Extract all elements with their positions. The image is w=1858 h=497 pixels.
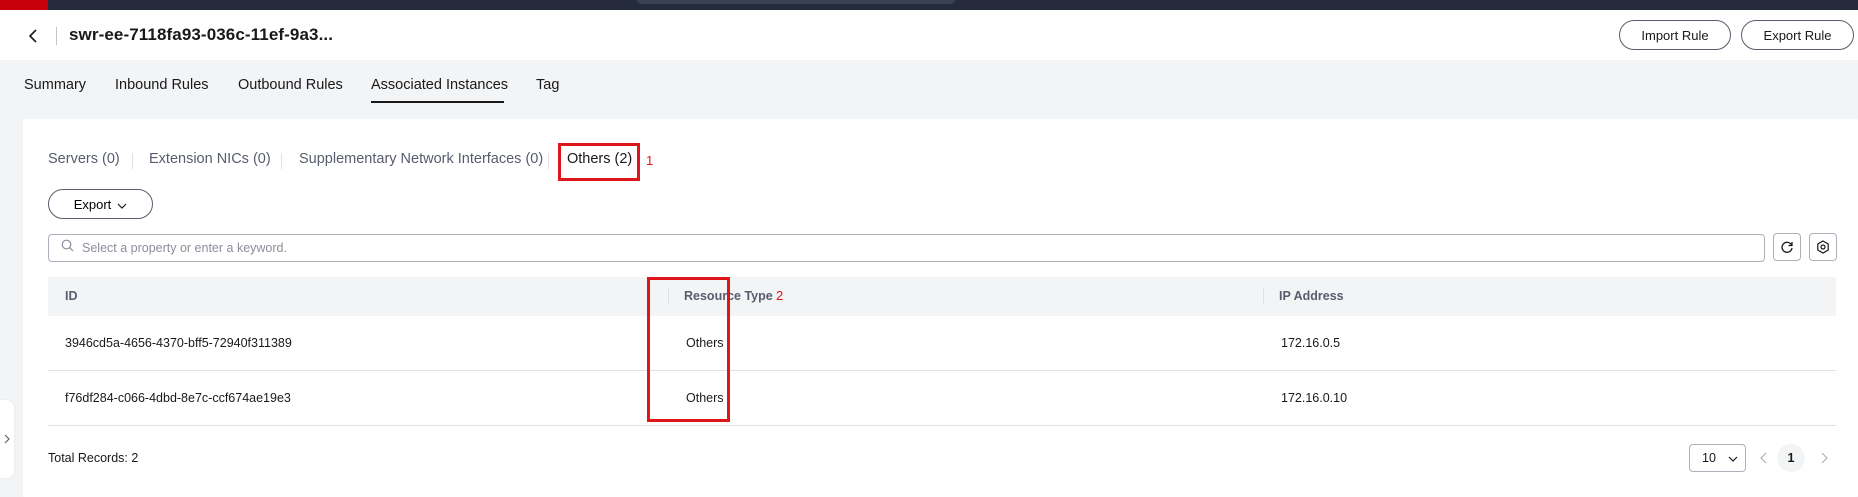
- export-rule-button[interactable]: Export Rule: [1741, 20, 1854, 50]
- cell-id: f76df284-c066-4dbd-8e7c-ccf674ae19e3: [65, 391, 291, 405]
- import-rule-button[interactable]: Import Rule: [1619, 20, 1731, 50]
- main-tabs: Summary Inbound Rules Outbound Rules Ass…: [0, 60, 1858, 106]
- subtab-divider: [132, 153, 133, 169]
- chevron-down-icon: [1728, 451, 1738, 465]
- settings-icon: [1817, 240, 1829, 254]
- settings-button[interactable]: [1809, 233, 1837, 261]
- table-row: 3946cd5a-4656-4370-bff5-72940f311389 Oth…: [48, 316, 1836, 371]
- annotation-number-1: 1: [646, 153, 654, 168]
- export-dropdown-button[interactable]: Export: [48, 189, 153, 219]
- chevron-right-icon: [4, 434, 10, 444]
- active-tab-indicator: [371, 101, 504, 103]
- column-header-id[interactable]: ID: [65, 289, 78, 303]
- column-header-ip-address[interactable]: IP Address: [1279, 289, 1344, 303]
- cell-id: 3946cd5a-4656-4370-bff5-72940f311389: [65, 336, 292, 350]
- export-label: Export: [73, 196, 112, 212]
- highlight-box-resource-type: [647, 277, 730, 422]
- tab-tag[interactable]: Tag: [536, 77, 559, 93]
- search-input[interactable]: [82, 241, 1682, 255]
- associated-instances-panel: Servers (0) Extension NICs (0) Supplemen…: [23, 119, 1858, 497]
- cell-ip-address: 172.16.0.5: [1281, 336, 1341, 350]
- chevron-down-icon: [117, 197, 127, 212]
- side-panel-toggle[interactable]: [0, 400, 14, 478]
- brand-logo[interactable]: [0, 0, 48, 10]
- refresh-button[interactable]: [1773, 233, 1801, 261]
- search-bar[interactable]: [48, 234, 1765, 262]
- global-search-bar[interactable]: [636, 0, 956, 4]
- chevron-right-icon: [1821, 452, 1828, 464]
- back-arrow-icon[interactable]: [24, 27, 42, 45]
- tab-outbound-rules[interactable]: Outbound Rules: [238, 77, 343, 93]
- subtab-extension-nics[interactable]: Extension NICs (0): [149, 151, 271, 167]
- page-header: swr-ee-7118fa93-036c-11ef-9a3... Import …: [0, 10, 1858, 60]
- tab-associated-instances[interactable]: Associated Instances: [371, 77, 508, 93]
- subtab-divider: [548, 153, 549, 169]
- refresh-icon: [1781, 241, 1793, 253]
- subtab-supplementary-network-interfaces[interactable]: Supplementary Network Interfaces (0): [299, 151, 543, 167]
- tab-inbound-rules[interactable]: Inbound Rules: [115, 77, 209, 93]
- page-size-select[interactable]: 10: [1689, 444, 1746, 472]
- page-number-current[interactable]: 1: [1777, 444, 1805, 472]
- chevron-left-icon: [1759, 452, 1766, 464]
- column-divider[interactable]: [1263, 288, 1264, 304]
- page-size-value: 10: [1702, 451, 1716, 465]
- total-records: Total Records: 2: [48, 451, 139, 465]
- cell-ip-address: 172.16.0.10: [1281, 391, 1348, 405]
- highlight-box-subtab: [558, 143, 640, 181]
- annotation-number-2: 2: [776, 288, 784, 303]
- tab-summary[interactable]: Summary: [24, 77, 86, 93]
- next-page-button[interactable]: [1815, 449, 1833, 467]
- subtab-servers[interactable]: Servers (0): [48, 151, 120, 167]
- search-icon: [61, 239, 74, 257]
- subtab-divider: [281, 153, 282, 169]
- table-header: ID Resource Type IP Address: [48, 277, 1836, 316]
- page-title: swr-ee-7118fa93-036c-11ef-9a3...: [69, 25, 334, 44]
- prev-page-button[interactable]: [1754, 449, 1772, 467]
- header-divider: [56, 27, 57, 45]
- table-row: f76df284-c066-4dbd-8e7c-ccf674ae19e3 Oth…: [48, 371, 1836, 426]
- top-nav-bar: [0, 0, 1858, 10]
